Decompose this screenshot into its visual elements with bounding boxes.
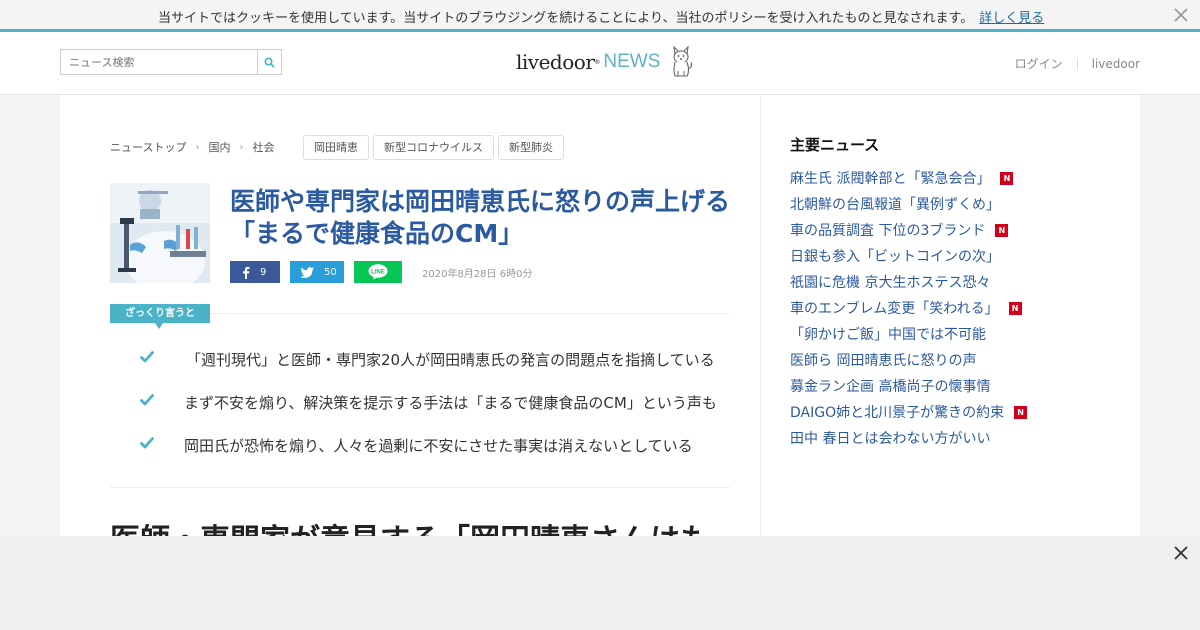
new-badge: N bbox=[1000, 171, 1014, 185]
login-link[interactable]: ログイン bbox=[1015, 55, 1063, 72]
news-item[interactable]: 日銀も参入「ビットコインの次」 bbox=[790, 243, 1027, 269]
new-badge: N bbox=[1008, 301, 1022, 315]
checkmark-icon bbox=[140, 394, 154, 406]
news-item[interactable]: 募金ラン企画 高橋尚子の懐事情 bbox=[790, 373, 1027, 399]
site-logo[interactable]: livedoor ® NEWS bbox=[516, 44, 694, 80]
news-item[interactable]: 北朝鮮の台風報道「異例ずくめ」 bbox=[790, 191, 1027, 217]
news-item-label[interactable]: 医師ら 岡田晴恵氏に怒りの声 bbox=[790, 350, 976, 370]
news-item[interactable]: 祇園に危機 京大生ホステス恐々 bbox=[790, 269, 1027, 295]
news-item[interactable]: DAIGO姉と北川景子が驚きの約束 N bbox=[790, 399, 1028, 425]
search-icon bbox=[264, 56, 275, 68]
search-input[interactable] bbox=[61, 50, 257, 74]
news-item-label[interactable]: 募金ラン企画 高橋尚子の懐事情 bbox=[790, 376, 990, 396]
news-item[interactable]: 医師ら 岡田晴恵氏に怒りの声 bbox=[790, 347, 1027, 373]
logo-registered-mark: ® bbox=[594, 58, 601, 66]
header-link-divider bbox=[1076, 57, 1078, 70]
summary-list: 「週刊現代」と医師・専門家20人が岡田晴恵氏の発言の問題点を指摘している まず不… bbox=[140, 349, 740, 478]
cookie-banner-text: 当サイトではクッキーを使用しています。当サイトのブラウジングを続けることにより、… bbox=[158, 7, 1044, 26]
breadcrumb: ニューストップ › 国内 › 社会 bbox=[110, 139, 274, 155]
site-header: livedoor® NEWS ログイン livedoor bbox=[0, 32, 1200, 95]
twitter-share-button[interactable]: 50 bbox=[290, 261, 344, 283]
close-icon[interactable] bbox=[1172, 6, 1190, 24]
topic-tags: 岡田晴恵 新型コロナウイルス 新型肺炎 bbox=[303, 135, 568, 160]
summary-item: 岡田氏が恐怖を煽り、人々を過剰に不安にさせた事実は消えないとしている bbox=[140, 435, 740, 478]
logo-livedoor-text: livedoor bbox=[516, 50, 595, 74]
line-icon: LINE bbox=[368, 264, 388, 280]
chevron-right-icon: › bbox=[239, 141, 244, 153]
summary-text: まず不安を煽り、解決策を提示する手法は「まるで健康食品のCM」という声も bbox=[184, 394, 717, 412]
line-share-button[interactable]: LINE bbox=[354, 261, 402, 283]
article-thumbnail bbox=[110, 183, 210, 283]
publish-date: 2020年8月28日 6時0分 bbox=[422, 269, 533, 280]
tag-okada-harue[interactable]: 岡田晴恵 bbox=[303, 135, 369, 160]
summary-text: 岡田氏が恐怖を煽り、人々を過剰に不安にさせた事実は消えないとしている bbox=[184, 437, 693, 455]
cookie-banner: 当サイトではクッキーを使用しています。当サイトのブラウジングを続けることにより、… bbox=[0, 0, 1200, 32]
cookie-details-link[interactable]: 詳しく見る bbox=[979, 11, 1044, 26]
news-item[interactable]: 麻生氏 派閥幹部と「緊急会合」 N bbox=[790, 165, 1027, 191]
breadcrumb-item-news-top[interactable]: ニューストップ bbox=[110, 139, 186, 155]
news-item-label[interactable]: 日銀も参入「ビットコインの次」 bbox=[790, 246, 1000, 266]
tag-pneumonia[interactable]: 新型肺炎 bbox=[498, 135, 564, 160]
new-badge: N bbox=[1014, 405, 1028, 419]
news-item-label[interactable]: 祇園に危機 京大生ホステス恐々 bbox=[790, 272, 990, 292]
dog-mascot-icon bbox=[673, 45, 693, 77]
header-links: ログイン livedoor bbox=[1015, 55, 1140, 72]
search-box bbox=[60, 49, 282, 75]
news-item-label[interactable]: 麻生氏 派閥幹部と「緊急会合」 bbox=[790, 168, 990, 188]
close-icon[interactable] bbox=[1172, 544, 1190, 562]
news-item-label[interactable]: DAIGO姉と北川景子が驚きの約束 bbox=[790, 402, 1004, 422]
twitter-share-count: 50 bbox=[324, 266, 337, 278]
twitter-icon bbox=[300, 266, 314, 278]
new-badge: N bbox=[995, 223, 1009, 237]
news-item[interactable]: 「卵かけご飯」中国では不可能 bbox=[790, 321, 1027, 347]
article-headline[interactable]: 医師や専門家は岡田晴恵氏に怒りの声上げる「まるで健康食品のCM」 bbox=[230, 186, 735, 250]
news-item-label[interactable]: 車の品質調査 下位の3ブランド bbox=[790, 220, 985, 240]
search-button[interactable] bbox=[257, 50, 281, 74]
breadcrumb-item-domestic[interactable]: 国内 bbox=[208, 139, 230, 155]
summary-item: 「週刊現代」と医師・専門家20人が岡田晴恵氏の発言の問題点を指摘している bbox=[140, 349, 740, 392]
main-news-list: 麻生氏 派閥幹部と「緊急会合」 N 北朝鮮の台風報道「異例ずくめ」 車の品質調査 … bbox=[790, 165, 1028, 451]
news-item[interactable]: 車の品質調査 下位の3ブランド N bbox=[790, 217, 1027, 243]
summary-divider bbox=[210, 313, 730, 314]
checkmark-icon bbox=[140, 351, 154, 363]
summary-label: ざっくり言うと bbox=[110, 304, 210, 329]
news-item-label[interactable]: 北朝鮮の台風報道「異例ずくめ」 bbox=[790, 194, 1000, 214]
logo-news-text: NEWS bbox=[603, 51, 661, 72]
news-item[interactable]: 車のエンブレム変更「笑われる」 N bbox=[790, 295, 1027, 321]
summary-text: 「週刊現代」と医師・専門家20人が岡田晴恵氏の発言の問題点を指摘している bbox=[186, 351, 715, 369]
lab-scientist-image bbox=[110, 183, 210, 283]
livedoor-link[interactable]: livedoor bbox=[1092, 57, 1140, 71]
news-item[interactable]: 田中 春日とは会わない方がいい bbox=[790, 425, 1027, 451]
facebook-share-button[interactable]: 9 bbox=[230, 261, 280, 283]
news-item-label[interactable]: 田中 春日とは会わない方がいい bbox=[790, 428, 990, 448]
facebook-share-count: 9 bbox=[260, 266, 267, 278]
checkmark-icon bbox=[140, 437, 154, 449]
facebook-icon bbox=[243, 266, 250, 279]
cookie-message: 当サイトではクッキーを使用しています。当サイトのブラウジングを続けることにより、… bbox=[158, 11, 974, 26]
tag-coronavirus[interactable]: 新型コロナウイルス bbox=[373, 135, 494, 160]
breadcrumb-item-society[interactable]: 社会 bbox=[252, 139, 274, 155]
summary-item: まず不安を煽り、解決策を提示する手法は「まるで健康食品のCM」という声も bbox=[140, 392, 740, 435]
sidebar-title: 主要ニュース bbox=[790, 136, 880, 154]
summary-bottom-divider bbox=[110, 487, 730, 488]
chevron-right-icon: › bbox=[195, 141, 200, 153]
ad-overlay bbox=[0, 536, 1200, 630]
news-item-label[interactable]: 「卵かけご飯」中国では不可能 bbox=[790, 324, 986, 344]
news-item-label[interactable]: 車のエンブレム変更「笑われる」 bbox=[790, 298, 999, 318]
line-icon-label: LINE bbox=[371, 269, 385, 275]
